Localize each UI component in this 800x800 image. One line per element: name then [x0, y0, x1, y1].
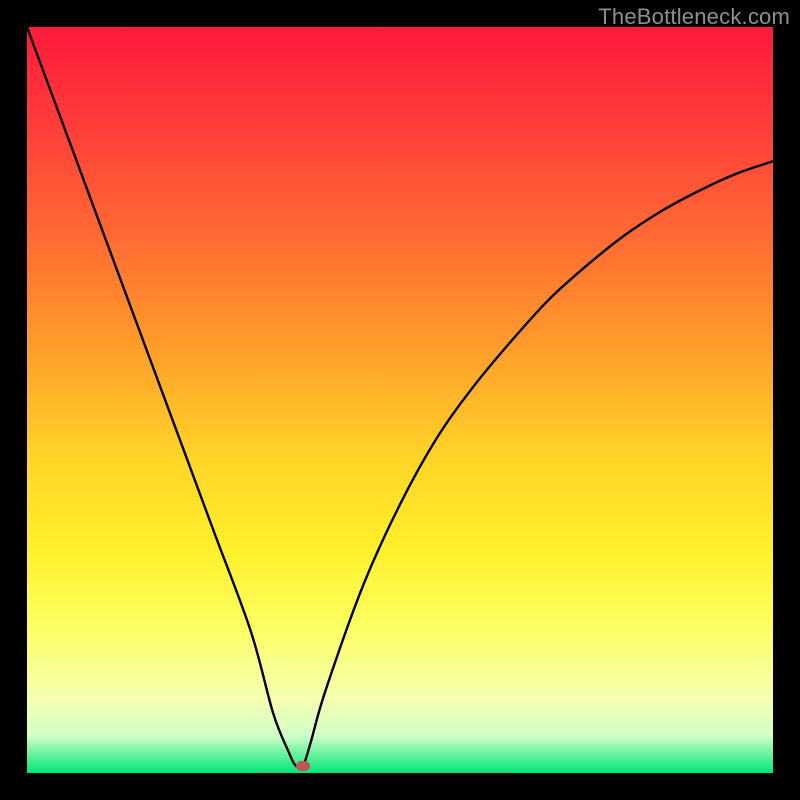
watermark-text: TheBottleneck.com [598, 4, 790, 30]
plot-area [27, 27, 773, 773]
curve-svg [27, 27, 773, 773]
bottleneck-curve-path [27, 27, 773, 768]
minimum-marker [296, 761, 310, 771]
outer-frame: TheBottleneck.com [0, 0, 800, 800]
